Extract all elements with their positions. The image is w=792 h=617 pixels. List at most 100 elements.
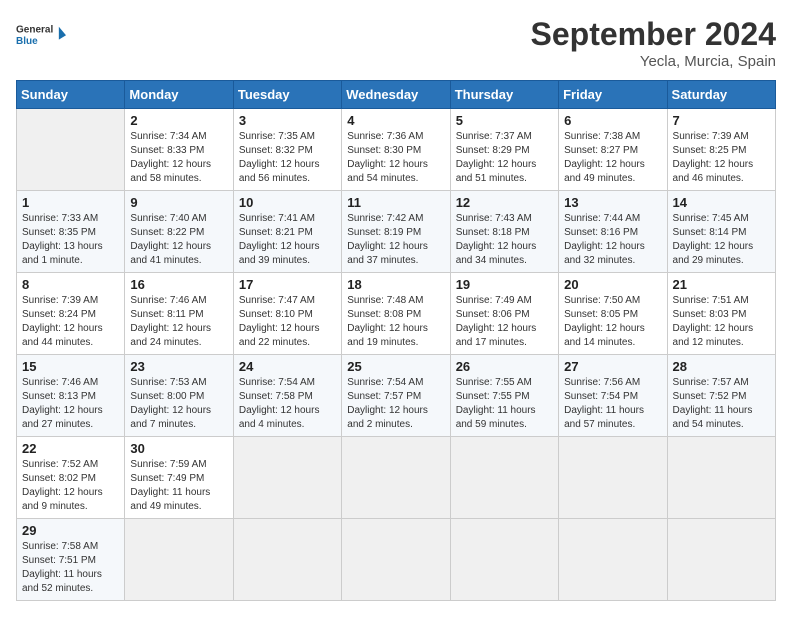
day-number: 25 [347,359,444,374]
day-number: 12 [456,195,553,210]
day-cell: 4 Sunrise: 7:36 AMSunset: 8:30 PMDayligh… [342,109,450,191]
logo: General Blue [16,16,66,56]
day-info: Sunrise: 7:55 AMSunset: 7:55 PMDaylight:… [456,377,536,430]
day-info: Sunrise: 7:52 AMSunset: 8:02 PMDaylight:… [22,459,103,512]
day-info: Sunrise: 7:45 AMSunset: 8:14 PMDaylight:… [673,213,754,266]
day-info: Sunrise: 7:47 AMSunset: 8:10 PMDaylight:… [239,295,320,348]
day-cell [233,519,341,601]
day-number: 30 [130,441,227,456]
header-tuesday: Tuesday [233,81,341,109]
day-cell: 16 Sunrise: 7:46 AMSunset: 8:11 PMDaylig… [125,273,233,355]
day-cell: 11 Sunrise: 7:42 AMSunset: 8:19 PMDaylig… [342,191,450,273]
title-block: September 2024 Yecla, Murcia, Spain [531,16,776,70]
day-number: 21 [673,277,770,292]
day-info: Sunrise: 7:33 AMSunset: 8:35 PMDaylight:… [22,213,103,266]
day-number: 27 [564,359,661,374]
day-cell: 20 Sunrise: 7:50 AMSunset: 8:05 PMDaylig… [559,273,667,355]
day-info: Sunrise: 7:46 AMSunset: 8:11 PMDaylight:… [130,295,211,348]
day-cell: 8 Sunrise: 7:39 AMSunset: 8:24 PMDayligh… [17,273,125,355]
day-number: 11 [347,195,444,210]
day-cell: 27 Sunrise: 7:56 AMSunset: 7:54 PMDaylig… [559,355,667,437]
day-number: 4 [347,113,444,128]
day-cell [125,519,233,601]
location: Yecla, Murcia, Spain [531,53,776,70]
day-number: 15 [22,359,119,374]
svg-text:General: General [16,24,53,35]
day-number: 22 [22,441,119,456]
day-cell: 13 Sunrise: 7:44 AMSunset: 8:16 PMDaylig… [559,191,667,273]
day-cell: 15 Sunrise: 7:46 AMSunset: 8:13 PMDaylig… [17,355,125,437]
day-info: Sunrise: 7:49 AMSunset: 8:06 PMDaylight:… [456,295,537,348]
day-cell: 24 Sunrise: 7:54 AMSunset: 7:58 PMDaylig… [233,355,341,437]
day-info: Sunrise: 7:43 AMSunset: 8:18 PMDaylight:… [456,213,537,266]
day-cell [233,437,341,519]
day-number: 24 [239,359,336,374]
day-number: 23 [130,359,227,374]
day-cell: 19 Sunrise: 7:49 AMSunset: 8:06 PMDaylig… [450,273,558,355]
calendar-table: SundayMondayTuesdayWednesdayThursdayFrid… [16,80,776,601]
week-row-6: 29 Sunrise: 7:58 AMSunset: 7:51 PMDaylig… [17,519,776,601]
day-cell: 1 Sunrise: 7:33 AMSunset: 8:35 PMDayligh… [17,191,125,273]
day-cell: 26 Sunrise: 7:55 AMSunset: 7:55 PMDaylig… [450,355,558,437]
day-info: Sunrise: 7:57 AMSunset: 7:52 PMDaylight:… [673,377,753,430]
day-info: Sunrise: 7:48 AMSunset: 8:08 PMDaylight:… [347,295,428,348]
day-cell: 21 Sunrise: 7:51 AMSunset: 8:03 PMDaylig… [667,273,775,355]
day-cell [450,519,558,601]
day-info: Sunrise: 7:34 AMSunset: 8:33 PMDaylight:… [130,131,211,184]
day-number: 20 [564,277,661,292]
day-cell: 3 Sunrise: 7:35 AMSunset: 8:32 PMDayligh… [233,109,341,191]
day-number: 17 [239,277,336,292]
day-cell [342,437,450,519]
day-number: 2 [130,113,227,128]
day-cell: 17 Sunrise: 7:47 AMSunset: 8:10 PMDaylig… [233,273,341,355]
week-row-1: 2 Sunrise: 7:34 AMSunset: 8:33 PMDayligh… [17,109,776,191]
day-cell: 18 Sunrise: 7:48 AMSunset: 8:08 PMDaylig… [342,273,450,355]
day-cell: 2 Sunrise: 7:34 AMSunset: 8:33 PMDayligh… [125,109,233,191]
svg-text:Blue: Blue [16,36,38,47]
day-info: Sunrise: 7:40 AMSunset: 8:22 PMDaylight:… [130,213,211,266]
week-row-2: 1 Sunrise: 7:33 AMSunset: 8:35 PMDayligh… [17,191,776,273]
day-number: 7 [673,113,770,128]
day-cell: 10 Sunrise: 7:41 AMSunset: 8:21 PMDaylig… [233,191,341,273]
day-number: 6 [564,113,661,128]
day-cell: 25 Sunrise: 7:54 AMSunset: 7:57 PMDaylig… [342,355,450,437]
week-row-3: 8 Sunrise: 7:39 AMSunset: 8:24 PMDayligh… [17,273,776,355]
header-sunday: Sunday [17,81,125,109]
day-cell: 23 Sunrise: 7:53 AMSunset: 8:00 PMDaylig… [125,355,233,437]
week-row-5: 22 Sunrise: 7:52 AMSunset: 8:02 PMDaylig… [17,437,776,519]
day-info: Sunrise: 7:50 AMSunset: 8:05 PMDaylight:… [564,295,645,348]
general-blue-logo-icon: General Blue [16,16,66,56]
day-cell: 5 Sunrise: 7:37 AMSunset: 8:29 PMDayligh… [450,109,558,191]
header-wednesday: Wednesday [342,81,450,109]
day-number: 1 [22,195,119,210]
day-cell [17,109,125,191]
day-cell: 30 Sunrise: 7:59 AMSunset: 7:49 PMDaylig… [125,437,233,519]
day-cell: 29 Sunrise: 7:58 AMSunset: 7:51 PMDaylig… [17,519,125,601]
day-cell: 28 Sunrise: 7:57 AMSunset: 7:52 PMDaylig… [667,355,775,437]
day-cell: 14 Sunrise: 7:45 AMSunset: 8:14 PMDaylig… [667,191,775,273]
day-cell: 6 Sunrise: 7:38 AMSunset: 8:27 PMDayligh… [559,109,667,191]
day-cell: 7 Sunrise: 7:39 AMSunset: 8:25 PMDayligh… [667,109,775,191]
day-info: Sunrise: 7:54 AMSunset: 7:57 PMDaylight:… [347,377,428,430]
day-cell [342,519,450,601]
day-number: 3 [239,113,336,128]
day-cell [667,437,775,519]
day-cell [559,437,667,519]
day-cell: 9 Sunrise: 7:40 AMSunset: 8:22 PMDayligh… [125,191,233,273]
day-cell [667,519,775,601]
month-title: September 2024 [531,16,776,53]
day-info: Sunrise: 7:56 AMSunset: 7:54 PMDaylight:… [564,377,644,430]
day-info: Sunrise: 7:54 AMSunset: 7:58 PMDaylight:… [239,377,320,430]
calendar-header-row: SundayMondayTuesdayWednesdayThursdayFrid… [17,81,776,109]
day-number: 16 [130,277,227,292]
day-number: 10 [239,195,336,210]
day-number: 9 [130,195,227,210]
day-info: Sunrise: 7:39 AMSunset: 8:25 PMDaylight:… [673,131,754,184]
day-info: Sunrise: 7:44 AMSunset: 8:16 PMDaylight:… [564,213,645,266]
day-cell: 12 Sunrise: 7:43 AMSunset: 8:18 PMDaylig… [450,191,558,273]
day-number: 29 [22,523,119,538]
day-info: Sunrise: 7:46 AMSunset: 8:13 PMDaylight:… [22,377,103,430]
day-number: 14 [673,195,770,210]
day-number: 19 [456,277,553,292]
day-number: 26 [456,359,553,374]
